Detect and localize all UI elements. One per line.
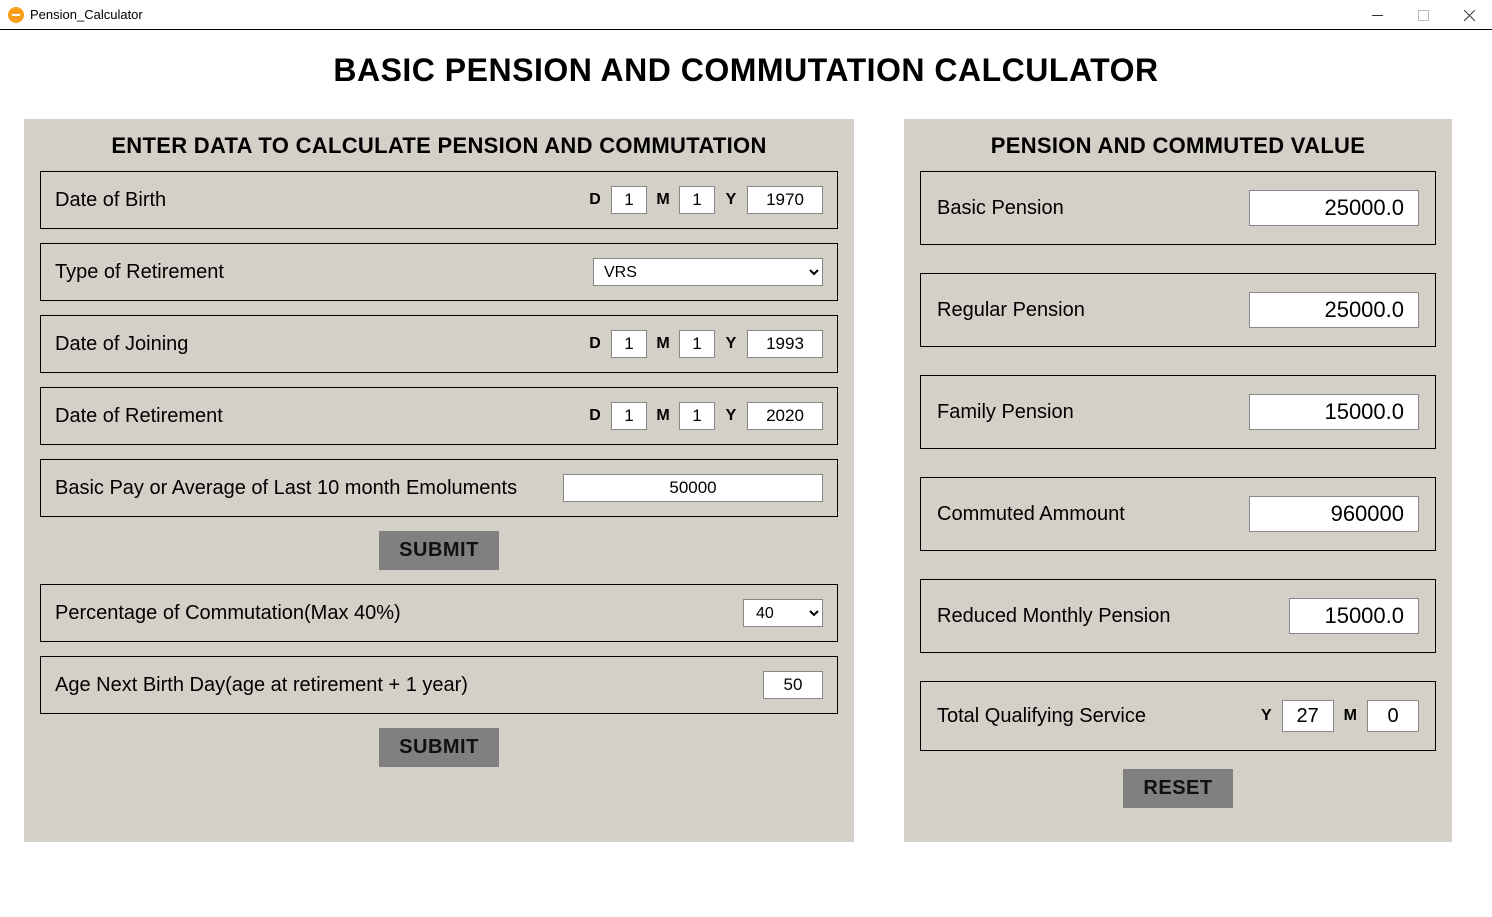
doj-month-input[interactable]	[679, 330, 715, 358]
tqs-m-tag: M	[1344, 707, 1357, 725]
input-panel-title: ENTER DATA TO CALCULATE PENSION AND COMM…	[40, 133, 838, 159]
row-regular-pension: Regular Pension 25000.0	[920, 273, 1436, 347]
basic-pay-label: Basic Pay or Average of Last 10 month Em…	[55, 477, 517, 500]
output-panel: PENSION AND COMMUTED VALUE Basic Pension…	[904, 119, 1452, 842]
doj-label: Date of Joining	[55, 333, 188, 356]
basic-pay-input[interactable]	[563, 474, 823, 502]
dor-d-tag: D	[587, 407, 603, 425]
family-pension-label: Family Pension	[937, 401, 1074, 424]
row-dor: Date of Retirement D M Y	[40, 387, 838, 445]
dob-year-input[interactable]	[747, 186, 823, 214]
commuted-amount-label: Commuted Ammount	[937, 503, 1125, 526]
window-controls	[1354, 0, 1492, 30]
dor-month-input[interactable]	[679, 402, 715, 430]
retirement-type-select[interactable]: VRS	[593, 258, 823, 286]
app-icon	[8, 7, 24, 23]
row-commutation-pct: Percentage of Commutation(Max 40%) 40	[40, 584, 838, 642]
commuted-amount-value: 960000	[1249, 496, 1419, 532]
dob-month-input[interactable]	[679, 186, 715, 214]
row-doj: Date of Joining D M Y	[40, 315, 838, 373]
dor-m-tag: M	[655, 407, 671, 425]
regular-pension-value: 25000.0	[1249, 292, 1419, 328]
row-age-next-bday: Age Next Birth Day(age at retirement + 1…	[40, 656, 838, 714]
commutation-pct-label: Percentage of Commutation(Max 40%)	[55, 602, 401, 625]
dob-day-input[interactable]	[611, 186, 647, 214]
close-button[interactable]	[1446, 0, 1492, 30]
reduced-monthly-value: 15000.0	[1289, 598, 1419, 634]
page-title: BASIC PENSION AND COMMUTATION CALCULATOR	[0, 52, 1492, 89]
dob-d-tag: D	[587, 191, 603, 209]
basic-pension-label: Basic Pension	[937, 197, 1064, 220]
doj-year-input[interactable]	[747, 330, 823, 358]
minimize-button[interactable]	[1354, 0, 1400, 30]
regular-pension-label: Regular Pension	[937, 299, 1085, 322]
row-family-pension: Family Pension 15000.0	[920, 375, 1436, 449]
doj-m-tag: M	[655, 335, 671, 353]
row-commuted-amount: Commuted Ammount 960000	[920, 477, 1436, 551]
retirement-type-label: Type of Retirement	[55, 261, 224, 284]
submit-button[interactable]: SUBMIT	[379, 531, 499, 570]
age-next-bday-input[interactable]	[763, 671, 823, 699]
row-basic-pension: Basic Pension 25000.0	[920, 171, 1436, 245]
output-panel-title: PENSION AND COMMUTED VALUE	[920, 133, 1436, 159]
tqs-years-value: 27	[1282, 700, 1334, 732]
dob-m-tag: M	[655, 191, 671, 209]
tqs-label: Total Qualifying Service	[937, 705, 1146, 728]
dor-label: Date of Retirement	[55, 405, 223, 428]
basic-pension-value: 25000.0	[1249, 190, 1419, 226]
commutation-pct-select[interactable]: 40	[743, 599, 823, 627]
window-title: Pension_Calculator	[30, 7, 143, 22]
row-basic-pay: Basic Pay or Average of Last 10 month Em…	[40, 459, 838, 517]
row-reduced-monthly: Reduced Monthly Pension 15000.0	[920, 579, 1436, 653]
dor-day-input[interactable]	[611, 402, 647, 430]
row-retirement-type: Type of Retirement VRS	[40, 243, 838, 301]
doj-day-input[interactable]	[611, 330, 647, 358]
input-panel: ENTER DATA TO CALCULATE PENSION AND COMM…	[24, 119, 854, 842]
reset-button[interactable]: RESET	[1123, 769, 1232, 808]
window-title-bar: Pension_Calculator	[0, 0, 1492, 30]
family-pension-value: 15000.0	[1249, 394, 1419, 430]
dob-y-tag: Y	[723, 191, 739, 209]
tqs-y-tag: Y	[1261, 707, 1272, 725]
maximize-button[interactable]	[1400, 0, 1446, 30]
dor-year-input[interactable]	[747, 402, 823, 430]
doj-d-tag: D	[587, 335, 603, 353]
age-next-bday-label: Age Next Birth Day(age at retirement + 1…	[55, 674, 468, 697]
tqs-months-value: 0	[1367, 700, 1419, 732]
doj-y-tag: Y	[723, 335, 739, 353]
row-tqs: Total Qualifying Service Y 27 M 0	[920, 681, 1436, 751]
dor-y-tag: Y	[723, 407, 739, 425]
submit-button-2[interactable]: SUBMIT	[379, 728, 499, 767]
reduced-monthly-label: Reduced Monthly Pension	[937, 605, 1170, 628]
dob-label: Date of Birth	[55, 189, 166, 212]
row-dob: Date of Birth D M Y	[40, 171, 838, 229]
